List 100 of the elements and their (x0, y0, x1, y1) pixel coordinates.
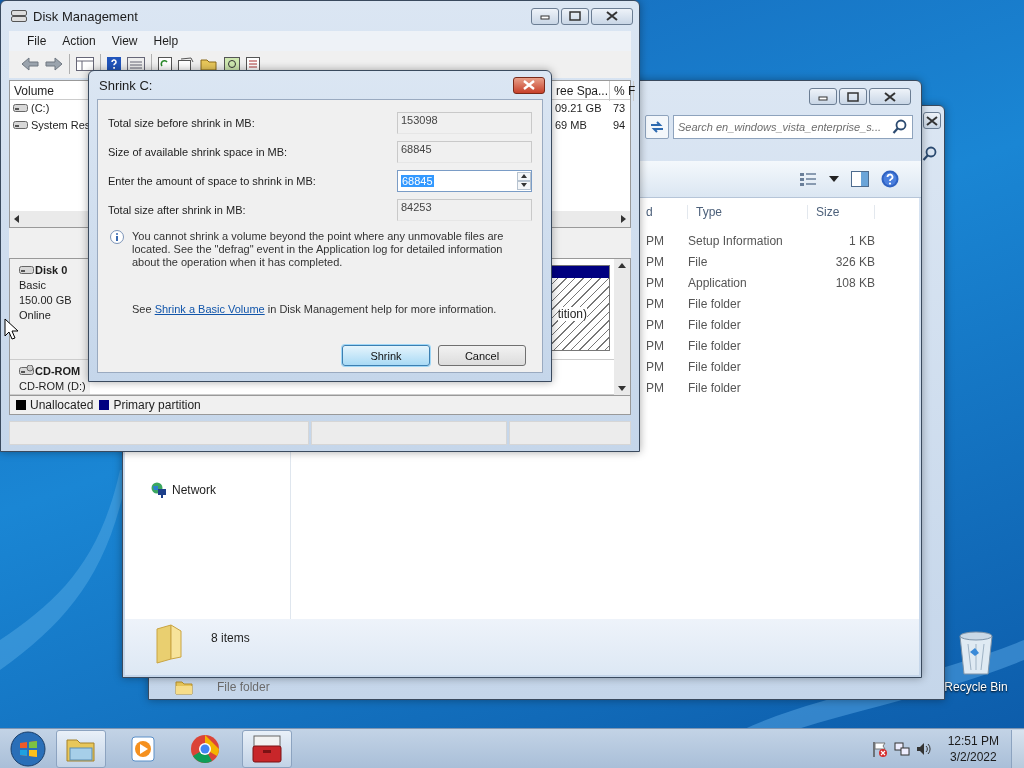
nav-item[interactable]: Network (172, 483, 216, 497)
table-cell-text: PM (645, 254, 665, 269)
recycle-bin-icon[interactable] (956, 630, 996, 676)
search-icon (892, 119, 908, 135)
table-cell-text: PM (645, 380, 665, 395)
list-icon[interactable] (127, 57, 145, 72)
refresh-icon (649, 120, 665, 134)
network-icon (151, 482, 167, 498)
close-button[interactable] (869, 88, 911, 105)
table-cell-text: 94 (612, 119, 627, 131)
back-icon[interactable] (21, 57, 39, 72)
table-cell-text: 1 KB (848, 233, 875, 248)
scroll-down-icon (618, 385, 626, 391)
close-icon (883, 91, 897, 102)
refresh-icon[interactable] (158, 57, 172, 72)
column-header[interactable]: Type (688, 205, 808, 219)
table-cell-text: PM (645, 317, 665, 332)
disk-info: CD-ROM (D:) (19, 378, 87, 394)
icon-label[interactable]: Recycle Bin (944, 680, 1008, 694)
disk-icon (11, 9, 27, 24)
close-button[interactable] (923, 112, 941, 129)
table-cell-text: PM (645, 275, 665, 290)
scroll-right-icon (621, 214, 626, 223)
maximize-icon (846, 91, 860, 102)
cancel-button[interactable]: Cancel (438, 345, 526, 366)
file-type-text: File folder (217, 679, 270, 694)
table-cell-text: PM (645, 338, 665, 353)
cd-drive-icon (19, 365, 35, 377)
refresh-button[interactable] (645, 115, 669, 139)
spin-up-icon[interactable] (521, 174, 527, 178)
close-button[interactable] (591, 7, 633, 25)
table-cell-text: 09.21 GB (554, 102, 603, 114)
scroll-left-icon (14, 214, 19, 223)
clock-date[interactable]: 3/2/2022 (949, 748, 997, 765)
network-icon[interactable] (893, 740, 910, 757)
help-icon[interactable] (107, 57, 121, 72)
table-cell-text: File folder (688, 317, 742, 332)
legend-label: Primary partition (113, 397, 201, 412)
menu-item[interactable]: Help (145, 31, 187, 52)
help-text: See Shrink a Basic Volume in Disk Management help for more information. (132, 303, 498, 315)
forward-icon[interactable] (45, 57, 63, 72)
info-icon (110, 230, 124, 246)
table-cell-text: Setup Information (688, 233, 784, 248)
table-cell-text: PM (645, 359, 665, 374)
table-cell-text: 73 (612, 102, 627, 114)
caret-icon[interactable] (829, 176, 839, 182)
disk-info: 150.00 GB (19, 292, 73, 308)
taskbar-button[interactable] (242, 729, 292, 768)
window-title: Disk Management (33, 8, 138, 24)
minimize-button[interactable] (809, 88, 837, 105)
column-header[interactable]: Size (808, 205, 875, 219)
scrollbar[interactable] (614, 258, 630, 395)
table-cell-text: File folder (688, 359, 742, 374)
close-icon (605, 11, 619, 22)
folder-icon[interactable] (200, 57, 218, 72)
menu-item[interactable]: File (19, 31, 55, 52)
column-header[interactable]: % F (610, 80, 634, 101)
maximize-button[interactable] (561, 7, 589, 25)
disk-name: CD-ROM (35, 363, 81, 379)
item-count: 8 items (211, 631, 250, 645)
scroll-up-icon (618, 262, 626, 268)
table-cell-text: PM (645, 233, 665, 248)
table-cell: (C:) (31, 102, 50, 114)
panel-icon[interactable] (76, 57, 94, 72)
partition-label: tition) (557, 306, 587, 321)
close-button[interactable] (513, 76, 545, 94)
table-cell-text: File folder (688, 380, 742, 395)
field-label: Total size after shrink in MB: (108, 203, 247, 216)
menu-item[interactable]: Action (54, 31, 104, 52)
preview-pane-icon[interactable] (851, 171, 869, 187)
menu-item[interactable]: View (103, 31, 146, 52)
dialog-title: Shrink C: (99, 77, 153, 93)
flag-icon[interactable] (871, 740, 888, 757)
field-label: Total size before shrink in MB: (108, 116, 256, 129)
clock-time[interactable]: 12:51 PM (947, 732, 999, 749)
field-label: Size of available shrink space in MB: (108, 145, 289, 158)
shrink-button[interactable]: Shrink (342, 345, 430, 366)
value-field: 84253 (397, 198, 532, 221)
maximize-button[interactable] (839, 88, 867, 105)
table-cell-text: 69 MB (554, 119, 588, 131)
maximize-icon (568, 11, 582, 22)
legend-label: Unallocated (30, 397, 94, 412)
table-cell-text: Application (688, 275, 748, 290)
value-field: 68845 (397, 140, 532, 163)
close-icon (925, 115, 939, 126)
help-icon[interactable] (881, 170, 899, 188)
disk-info: Basic (19, 277, 47, 293)
table-cell-text: 108 KB (834, 275, 875, 290)
disk-name: Disk 0 (35, 262, 68, 278)
value-field: 153098 (397, 111, 532, 134)
search-field[interactable]: Search en_windows_vista_enterprise_s... (673, 115, 913, 139)
table-cell-text: File folder (688, 296, 742, 311)
start-button-icon[interactable] (10, 730, 46, 767)
minimize-button[interactable] (531, 7, 559, 25)
info-text: You cannot shrink a volume beyond the point where any unmovable files are located. See the "defrag" event in the Application log for detailed information about the operation when it has completed. (132, 230, 505, 269)
view-list-icon[interactable] (799, 172, 817, 186)
table-cell-text: 326 KB (834, 254, 875, 269)
disk-info: Online (19, 307, 52, 323)
help-link[interactable]: Shrink a Basic Volume (154, 303, 265, 315)
spin-down-icon[interactable] (521, 183, 527, 187)
